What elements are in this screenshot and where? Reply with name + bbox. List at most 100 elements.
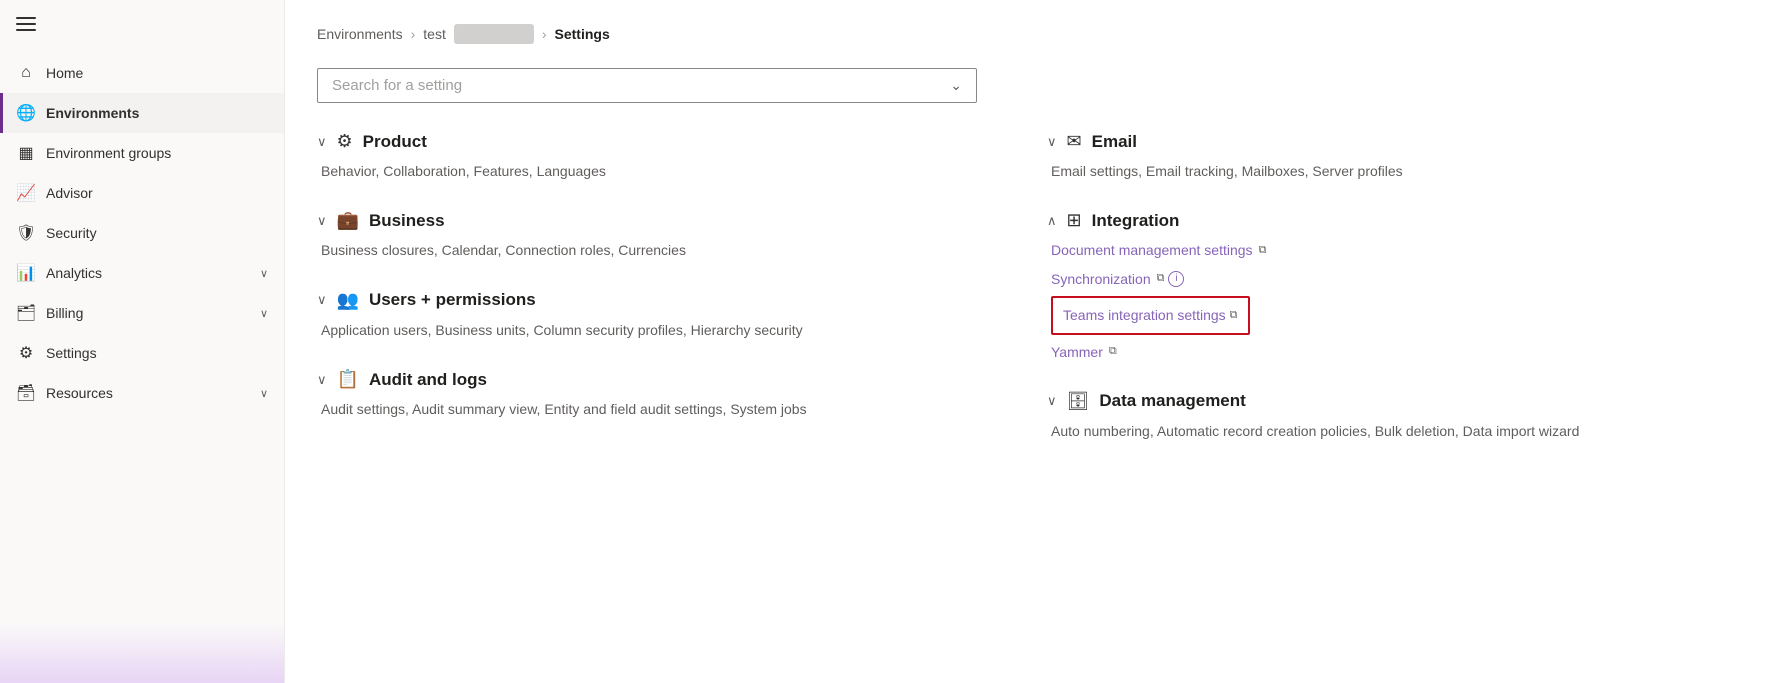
breadcrumb-test-redacted <box>454 24 534 44</box>
product-links: Behavior, Collaboration, Features, Langu… <box>317 160 1007 182</box>
audit-links: Audit settings, Audit summary view, Enti… <box>317 398 1007 420</box>
environment-groups-icon: ▦ <box>16 143 36 163</box>
section-users-permissions: ∨ 👥 Users + permissions Application user… <box>317 290 1007 341</box>
business-links-text: Business closures, Calendar, Connection … <box>321 242 686 258</box>
sync-ext-icon: ⧉ <box>1157 270 1165 288</box>
section-product: ∨ ⚙ Product Behavior, Collaboration, Fea… <box>317 131 1007 182</box>
data-mgmt-links-text: Auto numbering, Automatic record creatio… <box>1051 423 1579 439</box>
business-links: Business closures, Calendar, Connection … <box>317 239 1007 261</box>
section-audit-logs: ∨ 📋 Audit and logs Audit settings, Audit… <box>317 369 1007 420</box>
document-ext-icon: ⧉ <box>1259 242 1267 260</box>
breadcrumb: Environments › test › Settings <box>317 24 1737 44</box>
sidebar-label-analytics: Analytics <box>46 265 250 281</box>
collapse-product[interactable]: ∨ <box>317 134 327 150</box>
billing-chevron-icon: ∨ <box>260 307 268 320</box>
section-data-management: ∨ 🗄 Data management Auto numbering, Auto… <box>1047 391 1737 442</box>
yammer-ext-icon: ⧉ <box>1109 343 1117 361</box>
collapse-audit[interactable]: ∨ <box>317 372 327 388</box>
synchronization-link[interactable]: Synchronization <box>1051 268 1151 290</box>
business-icon: 💼 <box>337 210 359 231</box>
sidebar-label-environment-groups: Environment groups <box>46 145 268 161</box>
collapse-users[interactable]: ∨ <box>317 292 327 308</box>
product-links-text: Behavior, Collaboration, Features, Langu… <box>321 163 606 179</box>
search-placeholder: Search for a setting <box>332 77 950 94</box>
collapse-integration[interactable]: ∧ <box>1047 213 1057 229</box>
section-title-audit: Audit and logs <box>369 370 487 390</box>
audit-icon: 📋 <box>337 369 359 390</box>
home-icon: ⌂ <box>16 63 36 83</box>
section-title-email: Email <box>1092 132 1137 152</box>
data-mgmt-icon: 🗄 <box>1067 391 1090 412</box>
sidebar-label-settings: Settings <box>46 345 268 361</box>
sidebar-label-advisor: Advisor <box>46 185 268 201</box>
sidebar-label-security: Security <box>46 225 268 241</box>
integration-yammer-item: Yammer ⧉ <box>1051 341 1737 363</box>
analytics-chevron-icon: ∨ <box>260 267 268 280</box>
sidebar-item-settings[interactable]: ⚙ Settings <box>0 333 284 373</box>
teams-integration-link[interactable]: Teams integration settings <box>1063 304 1226 326</box>
sidebar: ⌂ Home 🌐 Environments ▦ Environment groups 📈 Ad… <box>0 0 285 683</box>
integration-sync-item: Synchronization ⧉ i <box>1051 268 1737 290</box>
section-title-business: Business <box>369 211 445 231</box>
email-links-text: Email settings, Email tracking, Mailboxe… <box>1051 163 1403 179</box>
sync-info-icon[interactable]: i <box>1168 271 1184 287</box>
sidebar-item-resources[interactable]: 🗃 Resources ∨ <box>0 373 284 413</box>
sidebar-item-environments[interactable]: 🌐 Environments <box>0 93 284 133</box>
main-content: Environments › test › Settings Search fo… <box>285 0 1769 683</box>
email-icon: ✉ <box>1067 131 1082 152</box>
resources-chevron-icon: ∨ <box>260 387 268 400</box>
advisor-icon: 📈 <box>16 183 36 203</box>
settings-column-2: ∨ ✉ Email Email settings, Email tracking… <box>1047 131 1737 470</box>
section-title-data-mgmt: Data management <box>1099 391 1245 411</box>
environments-icon: 🌐 <box>16 103 36 123</box>
section-title-users: Users + permissions <box>369 290 536 310</box>
sidebar-item-billing[interactable]: 🗂 Billing ∨ <box>0 293 284 333</box>
resources-icon: 🗃 <box>16 383 36 403</box>
integration-document-item: Document management settings ⧉ <box>1051 239 1737 261</box>
sidebar-label-billing: Billing <box>46 305 250 321</box>
breadcrumb-sep-1: › <box>411 26 416 42</box>
settings-icon: ⚙ <box>16 343 36 363</box>
breadcrumb-test[interactable]: test <box>423 26 446 42</box>
billing-icon: 🗂 <box>16 303 36 323</box>
security-icon: 🛡 <box>16 223 36 243</box>
sidebar-item-advisor[interactable]: 📈 Advisor <box>0 173 284 213</box>
product-icon: ⚙ <box>337 131 353 152</box>
teams-integration-item[interactable]: Teams integration settings ⧉ <box>1051 296 1250 334</box>
section-business: ∨ 💼 Business Business closures, Calendar… <box>317 210 1007 261</box>
settings-column-1: ∨ ⚙ Product Behavior, Collaboration, Fea… <box>317 131 1007 470</box>
users-links: Application users, Business units, Colum… <box>317 319 1007 341</box>
sidebar-item-analytics[interactable]: 📊 Analytics ∨ <box>0 253 284 293</box>
search-chevron-icon: ⌄ <box>950 77 962 94</box>
integration-icon: ⊞ <box>1067 210 1082 231</box>
analytics-icon: 📊 <box>16 263 36 283</box>
sidebar-item-environment-groups[interactable]: ▦ Environment groups <box>0 133 284 173</box>
breadcrumb-settings: Settings <box>555 26 610 42</box>
users-links-text: Application users, Business units, Colum… <box>321 322 803 338</box>
sidebar-item-home[interactable]: ⌂ Home <box>0 53 284 93</box>
users-icon: 👥 <box>337 290 359 311</box>
hamburger-menu[interactable] <box>0 0 284 53</box>
audit-links-text: Audit settings, Audit summary view, Enti… <box>321 401 807 417</box>
collapse-email[interactable]: ∨ <box>1047 134 1057 150</box>
sidebar-label-home: Home <box>46 65 268 81</box>
section-title-integration: Integration <box>1092 211 1180 231</box>
teams-ext-icon: ⧉ <box>1230 307 1238 325</box>
yammer-link[interactable]: Yammer <box>1051 341 1103 363</box>
sidebar-label-environments: Environments <box>46 105 268 121</box>
section-integration: ∧ ⊞ Integration Document management sett… <box>1047 210 1737 363</box>
section-email: ∨ ✉ Email Email settings, Email tracking… <box>1047 131 1737 182</box>
data-mgmt-links: Auto numbering, Automatic record creatio… <box>1047 420 1737 442</box>
collapse-business[interactable]: ∨ <box>317 213 327 229</box>
search-bar[interactable]: Search for a setting ⌄ <box>317 68 977 103</box>
settings-grid: ∨ ⚙ Product Behavior, Collaboration, Fea… <box>317 131 1737 470</box>
breadcrumb-environments[interactable]: Environments <box>317 26 403 42</box>
sidebar-item-security[interactable]: 🛡 Security <box>0 213 284 253</box>
breadcrumb-sep-2: › <box>542 26 547 42</box>
sidebar-label-resources: Resources <box>46 385 250 401</box>
integration-links: Document management settings ⧉ Synchroni… <box>1047 239 1737 363</box>
document-management-link[interactable]: Document management settings <box>1051 239 1253 261</box>
sidebar-nav: ⌂ Home 🌐 Environments ▦ Environment groups 📈 Ad… <box>0 53 284 683</box>
collapse-data-mgmt[interactable]: ∨ <box>1047 393 1057 409</box>
email-links: Email settings, Email tracking, Mailboxe… <box>1047 160 1737 182</box>
